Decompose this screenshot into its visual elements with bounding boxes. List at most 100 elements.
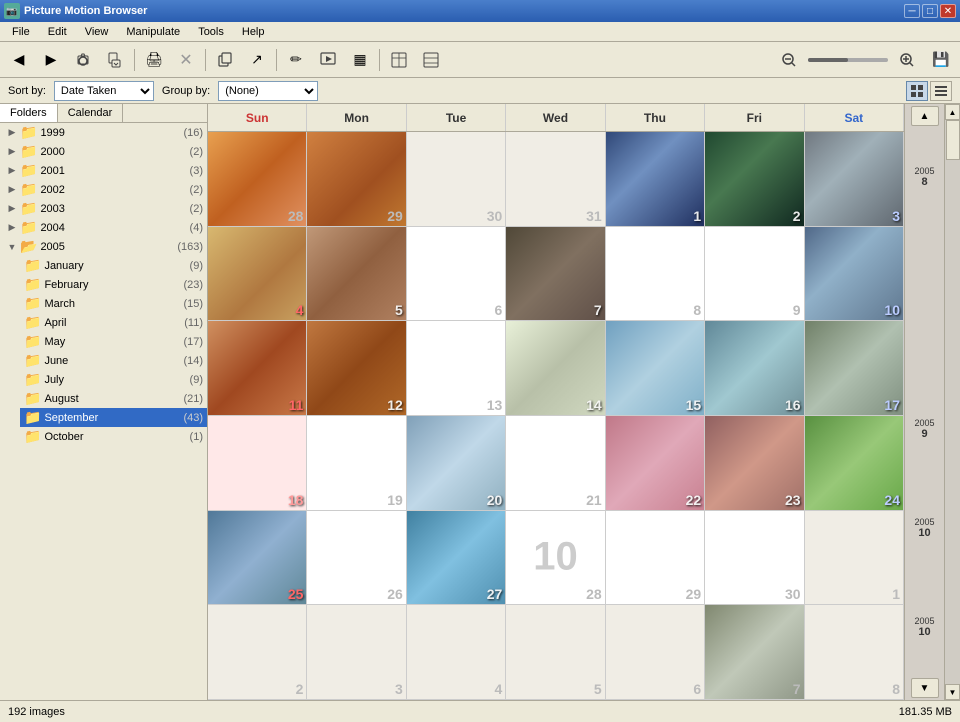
cal-cell-2-2[interactable]: 13: [407, 321, 506, 415]
calendar-scrollbar[interactable]: ▲ ▼: [944, 104, 960, 700]
tab-folders[interactable]: Folders: [0, 104, 58, 122]
cal-cell-3-3[interactable]: 21: [506, 416, 605, 510]
cal-cell-4-3[interactable]: 2810: [506, 511, 605, 605]
zoom-in-button[interactable]: [892, 46, 922, 74]
zoom-out-button[interactable]: [774, 46, 804, 74]
month-june[interactable]: 📁 June (14): [20, 351, 207, 370]
folder-2000[interactable]: ▶ 📁 2000 (2): [0, 142, 207, 161]
menu-view[interactable]: View: [77, 24, 117, 40]
cal-cell-5-0[interactable]: 2: [208, 605, 307, 699]
cal-cell-0-3[interactable]: 31: [506, 132, 605, 226]
cal-cell-2-5[interactable]: 16: [705, 321, 804, 415]
maximize-button[interactable]: □: [922, 4, 938, 18]
cal-cell-1-0[interactable]: 4: [208, 227, 307, 321]
cal-cell-1-1[interactable]: 5: [307, 227, 406, 321]
forward-button[interactable]: ▶: [36, 46, 66, 74]
cal-cell-5-3[interactable]: 5: [506, 605, 605, 699]
folder-1999[interactable]: ▶ 📁 1999 (16): [0, 123, 207, 142]
minimize-button[interactable]: ─: [904, 4, 920, 18]
folder-2002[interactable]: ▶ 📁 2002 (2): [0, 180, 207, 199]
month-may[interactable]: 📁 May (17): [20, 332, 207, 351]
cal-cell-4-6[interactable]: 1: [805, 511, 904, 605]
cal-cell-0-0[interactable]: 28: [208, 132, 307, 226]
month-august[interactable]: 📁 August (21): [20, 389, 207, 408]
month-october[interactable]: 📁 October (1): [20, 427, 207, 446]
cal-cell-1-4[interactable]: 8: [606, 227, 705, 321]
cal-cell-1-5[interactable]: 9: [705, 227, 804, 321]
cal-cell-0-4[interactable]: 1: [606, 132, 705, 226]
menu-manipulate[interactable]: Manipulate: [118, 24, 188, 40]
cal-cell-4-0[interactable]: 25: [208, 511, 307, 605]
cal-cell-3-0[interactable]: 18: [208, 416, 307, 510]
scroll-arrow-up[interactable]: ▲: [945, 104, 960, 120]
expand-icon-2001: ▶: [4, 165, 20, 176]
cal-cell-3-6[interactable]: 24: [805, 416, 904, 510]
cal-cell-1-6[interactable]: 10: [805, 227, 904, 321]
close-button[interactable]: ✕: [940, 4, 956, 18]
month-march[interactable]: 📁 March (15): [20, 294, 207, 313]
group-select[interactable]: (None) Month Year: [218, 81, 318, 101]
view2-button[interactable]: [416, 46, 446, 74]
cal-cell-2-4[interactable]: 15: [606, 321, 705, 415]
view-toggle-button[interactable]: ▦: [345, 46, 375, 74]
month-september[interactable]: 📁 September (43): [20, 408, 207, 427]
scroll-up-button[interactable]: ▲: [911, 106, 939, 126]
folder-2004[interactable]: ▶ 📁 2004 (4): [0, 218, 207, 237]
cal-cell-1-3[interactable]: 7: [506, 227, 605, 321]
menu-edit[interactable]: Edit: [40, 24, 75, 40]
cal-cell-4-4[interactable]: 29: [606, 511, 705, 605]
cal-cell-5-6[interactable]: 8: [805, 605, 904, 699]
cal-cell-2-0[interactable]: 11: [208, 321, 307, 415]
menu-file[interactable]: File: [4, 24, 38, 40]
camera-icon: [73, 50, 93, 70]
cal-cell-0-1[interactable]: 29: [307, 132, 406, 226]
scroll-track[interactable]: [945, 120, 960, 684]
scan-button[interactable]: [68, 46, 98, 74]
cal-cell-0-2[interactable]: 30: [407, 132, 506, 226]
cal-cell-3-5[interactable]: 23: [705, 416, 804, 510]
cal-cell-5-5[interactable]: 7: [705, 605, 804, 699]
cal-cell-2-3[interactable]: 14: [506, 321, 605, 415]
cal-cell-4-2[interactable]: 27: [407, 511, 506, 605]
cal-cell-2-1[interactable]: 12: [307, 321, 406, 415]
copy-button[interactable]: [210, 46, 240, 74]
folder-2003[interactable]: ▶ 📁 2003 (2): [0, 199, 207, 218]
scroll-arrow-down[interactable]: ▼: [945, 684, 960, 700]
cal-cell-2-6[interactable]: 17: [805, 321, 904, 415]
scroll-thumb[interactable]: [946, 120, 960, 160]
month-february[interactable]: 📁 February (23): [20, 275, 207, 294]
delete-button[interactable]: ✕: [171, 46, 201, 74]
cal-cell-3-1[interactable]: 19: [307, 416, 406, 510]
folder-2005[interactable]: ▼ 📂 2005 (163): [0, 237, 207, 256]
cal-cell-3-2[interactable]: 20: [407, 416, 506, 510]
cal-cell-0-6[interactable]: 3: [805, 132, 904, 226]
folder-2001[interactable]: ▶ 📁 2001 (3): [0, 161, 207, 180]
cal-cell-1-2[interactable]: 6: [407, 227, 506, 321]
slideshow-button[interactable]: [313, 46, 343, 74]
print-button[interactable]: 🖨: [139, 46, 169, 74]
cal-cell-5-4[interactable]: 6: [606, 605, 705, 699]
list-view-button[interactable]: [930, 81, 952, 101]
menu-help[interactable]: Help: [234, 24, 273, 40]
month-april[interactable]: 📁 April (11): [20, 313, 207, 332]
view1-button[interactable]: [384, 46, 414, 74]
zoom-slider-track[interactable]: [808, 58, 888, 62]
scroll-down-button[interactable]: ▼: [911, 678, 939, 698]
cal-cell-0-5[interactable]: 2: [705, 132, 804, 226]
cal-cell-5-2[interactable]: 4: [407, 605, 506, 699]
move-button[interactable]: ↗: [242, 46, 272, 74]
tab-calendar[interactable]: Calendar: [58, 104, 124, 122]
cal-cell-3-4[interactable]: 22: [606, 416, 705, 510]
save-button[interactable]: 💾: [926, 46, 956, 74]
sort-select[interactable]: Date Taken File Name File Size: [54, 81, 154, 101]
grid-view-button[interactable]: [906, 81, 928, 101]
import-button[interactable]: [100, 46, 130, 74]
month-january[interactable]: 📁 January (9): [20, 256, 207, 275]
cal-cell-4-1[interactable]: 26: [307, 511, 406, 605]
menu-tools[interactable]: Tools: [190, 24, 232, 40]
month-july[interactable]: 📁 July (9): [20, 370, 207, 389]
cal-cell-4-5[interactable]: 30: [705, 511, 804, 605]
edit-button[interactable]: ✏: [281, 46, 311, 74]
cal-cell-5-1[interactable]: 3: [307, 605, 406, 699]
back-button[interactable]: ◀: [4, 46, 34, 74]
